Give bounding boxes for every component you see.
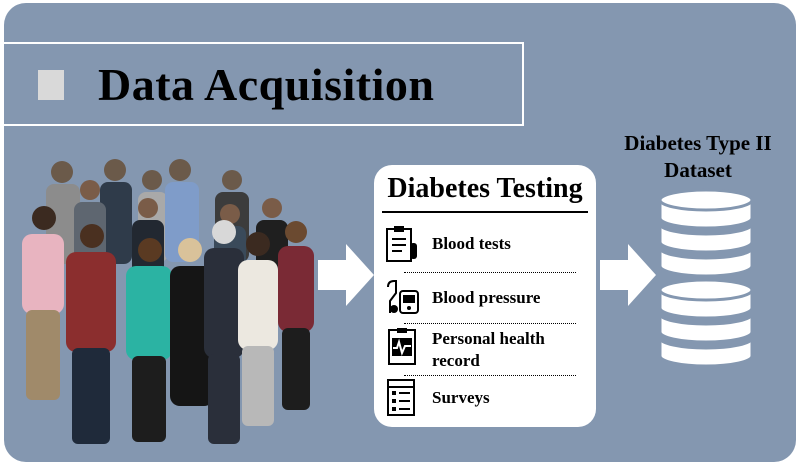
item-label: Surveys (432, 388, 490, 407)
clipboard-icon (386, 226, 417, 262)
item-label-line-1: Personal health (432, 329, 545, 348)
dataset-title: Diabetes Type II Dataset (598, 130, 798, 184)
survey-checklist-icon (387, 379, 415, 416)
testing-title: Diabetes Testing (387, 173, 583, 204)
database-icon (658, 188, 754, 368)
page-title: Data Acquisition (98, 59, 435, 110)
dataset-title-line-1: Diabetes Type II (624, 131, 772, 155)
divider (404, 272, 576, 273)
item-label: Blood pressure (432, 288, 541, 307)
right-arrow-icon (600, 244, 656, 306)
divider (404, 323, 576, 324)
right-arrow-icon (318, 244, 374, 306)
testing-title-underline (382, 211, 588, 213)
people-group-illustration (22, 159, 314, 444)
blood-pressure-monitor-icon (387, 280, 419, 314)
item-label-line-2: record (432, 351, 480, 370)
item-label: Blood tests (432, 234, 511, 253)
dataset-title-line-2: Dataset (664, 158, 732, 182)
divider (404, 375, 576, 376)
title-bullet (38, 70, 64, 100)
diabetes-testing-box: Diabetes Testing Blood tests Blood press… (374, 165, 596, 427)
health-record-icon (388, 328, 416, 365)
